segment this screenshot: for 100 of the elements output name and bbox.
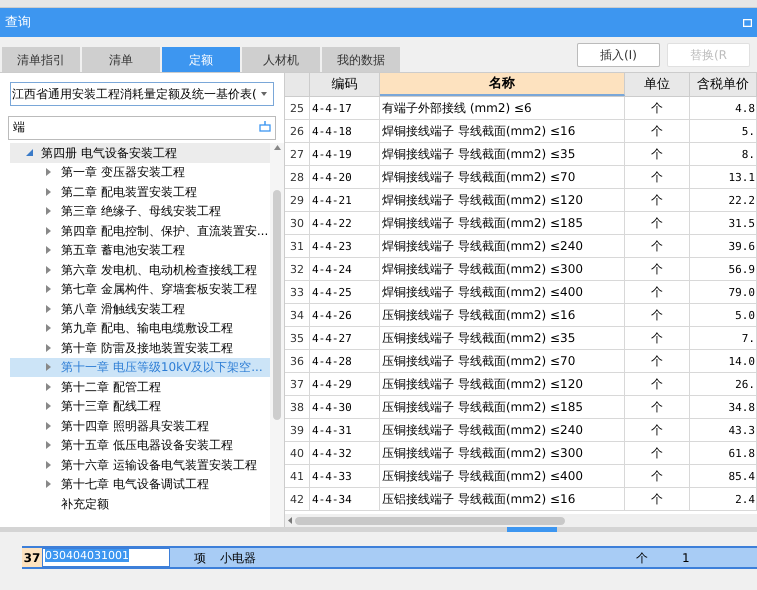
collapsed-triangle-icon[interactable] [46,402,51,410]
collapsed-triangle-icon[interactable] [46,246,51,254]
tree-item[interactable]: 第六章 发电机、电动机检查接线工程 [10,260,270,280]
table-cell: 个 [625,304,690,326]
search-field[interactable]: 端 [8,116,276,140]
table-cell: 13.1 [690,166,757,188]
table-cell: 39.6 [690,235,757,257]
broom-icon[interactable] [259,120,271,132]
table-cell: 个 [625,419,690,441]
table-cell: 32 [285,258,310,280]
collapsed-triangle-icon[interactable] [46,344,51,352]
table-cell: 4-4-25 [310,281,380,303]
tree-item[interactable]: 第五章 蓄电池安装工程 [10,240,270,260]
tree-item[interactable]: 第七章 金属构件、穿墙套板安装工程 [10,280,270,299]
table-cell-text: 小电器 [219,550,257,566]
collapsed-triangle-icon[interactable] [46,188,51,196]
column-header[interactable]: 单位 [625,73,690,96]
tree-item[interactable]: 补充定额 [10,494,270,514]
tab[interactable]: 人材机 [242,47,320,72]
column-header[interactable]: 含税单价 [690,73,757,96]
table-cell: 个 [625,281,690,303]
tree-item[interactable]: 第十三章 配线工程 [10,396,270,416]
vertical-scrollbar[interactable] [270,143,284,527]
collapsed-triangle-icon[interactable] [46,304,51,313]
table-cell: 34 [285,304,310,326]
table-cell: 个 [625,442,690,464]
table-cell: 个 [625,396,690,418]
collapsed-triangle-icon[interactable] [46,168,51,176]
table-cell: 4-4-22 [310,212,380,234]
maximize-icon[interactable] [743,18,752,26]
collapsed-triangle-icon[interactable] [46,382,51,391]
table-cell: 焊铜接线端子 导线截面(mm2) ≤16 [380,120,625,142]
table-cell: 个 [625,212,690,234]
tree-item[interactable]: 第二章 配电装置安装工程 [10,182,270,202]
splitter-handle[interactable] [507,527,557,532]
table-cell: 焊铜接线端子 导线截面(mm2) ≤400 [380,281,625,303]
tree-item[interactable]: 第十章 防雷及接地装置安装工程 [10,338,270,358]
table-cell: 4-4-20 [310,166,380,188]
scroll-up-icon [274,145,280,150]
table-cell: 4.8 [690,97,757,119]
table-cell: 14.0 [690,350,757,372]
action-button[interactable]: 插入(I) [577,43,660,67]
table-cell: 4-4-30 [310,396,380,418]
table-cell: 30 [285,212,310,234]
table-cell: 压铝接线端子 导线截面(mm2) ≤16 [380,488,625,510]
table-cell: 压铜接线端子 导线截面(mm2) ≤185 [380,396,625,418]
table-cell: 4-4-27 [310,327,380,349]
table-cell: 个 [625,143,690,165]
horizontal-scrollbar[interactable] [285,514,757,527]
table-cell: 42 [285,488,310,510]
table-cell: 25 [285,97,310,119]
table-cell: 4-4-34 [310,488,380,510]
table-cell: 焊铜接线端子 导线截面(mm2) ≤35 [380,143,625,165]
tree-item[interactable]: 第十五章 低压电器设备安装工程 [10,436,270,455]
table-cell: 31.5 [690,212,757,234]
table-cell: 5. [690,120,757,142]
tree-item[interactable]: 第三章 绝缘子、母线安装工程 [10,202,270,221]
expanded-triangle-icon[interactable] [26,149,33,156]
tree-item[interactable]: 第十七章 电气设备调试工程 [10,474,270,494]
table-cell: 压铜接线端子 导线截面(mm2) ≤400 [380,465,625,487]
tab[interactable]: 我的数据 [322,47,400,72]
tab[interactable]: 清单 [82,47,160,72]
table-cell: 26 [285,120,310,142]
tree-item[interactable]: 第十二章 配管工程 [10,377,270,396]
table-cell: 38 [285,396,310,418]
tree-item[interactable]: 第九章 配电、输电电缆敷设工程 [10,318,270,338]
collapsed-triangle-icon[interactable] [46,207,51,216]
table-cell: 压铜接线端子 导线截面(mm2) ≤16 [380,304,625,326]
table-cell: 40 [285,442,310,464]
table-cell: 56.9 [690,258,757,280]
table-cell: 个 [625,166,690,188]
tree-item[interactable]: 第十六章 运输设备电气装置安装工程 [10,455,270,474]
collapsed-triangle-icon[interactable] [46,422,51,430]
table-cell: 个 [625,189,690,211]
collapsed-triangle-icon[interactable] [46,460,51,469]
table-cell: 压铜接线端子 导线截面(mm2) ≤70 [380,350,625,372]
table-cell: 4-4-23 [310,235,380,257]
tree-item[interactable]: 第四章 配电控制、保护、直流装置安... [10,221,270,240]
tree-item[interactable]: 第一章 变压器安装工程 [10,162,270,182]
column-header[interactable]: 名称 [380,73,625,96]
tree-item[interactable]: 第四册 电气设备安装工程 [10,143,270,162]
table-cell: 41 [285,465,310,487]
table-cell: 85.4 [690,465,757,487]
table-cell: 个 [625,373,690,395]
collapsed-triangle-icon[interactable] [46,480,51,488]
library-dropdown[interactable]: 江西省通用安装工程消耗量定额及统一基价表( [10,82,274,106]
table-cell: 28 [285,166,310,188]
collapsed-triangle-icon[interactable] [46,226,51,235]
collapsed-triangle-icon[interactable] [46,363,51,372]
collapsed-triangle-icon[interactable] [46,324,51,332]
collapsed-triangle-icon[interactable] [46,441,51,450]
tree-item[interactable]: 第十四章 照明器具安装工程 [10,416,270,436]
scrollbar-thumb[interactable] [273,190,281,420]
tree-item[interactable]: 第八章 滑触线安装工程 [10,299,270,318]
tab[interactable]: 清单指引 [2,47,80,72]
table-cell: 个 [625,258,690,280]
collapsed-triangle-icon[interactable] [46,266,51,274]
scrollbar-thumb[interactable] [295,516,565,524]
collapsed-triangle-icon[interactable] [46,285,51,294]
table-cell: 焊铜接线端子 导线截面(mm2) ≤70 [380,166,625,188]
